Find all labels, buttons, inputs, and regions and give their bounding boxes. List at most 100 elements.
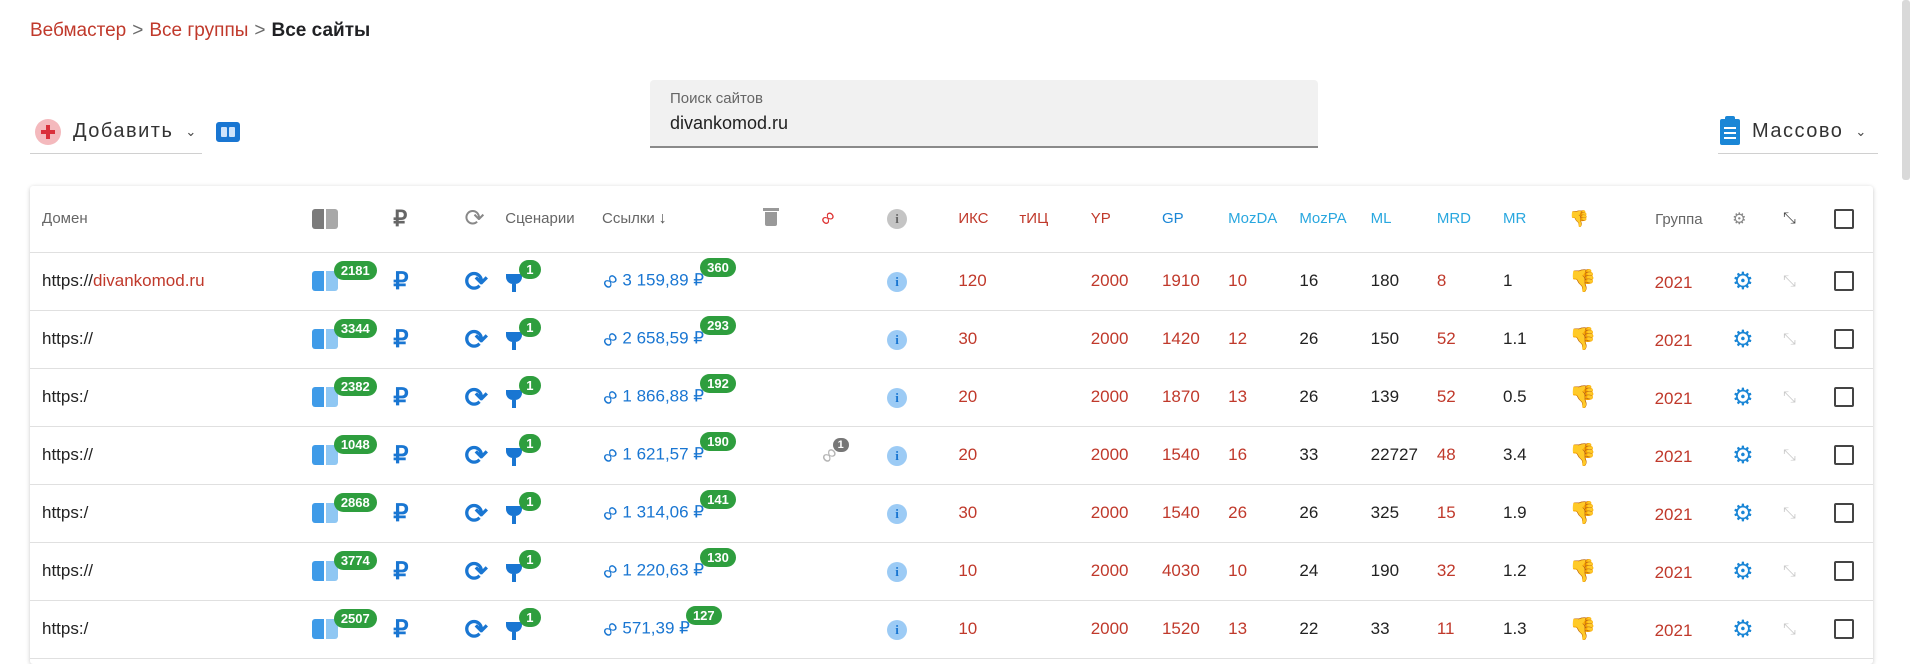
add-button[interactable]: Добавить ⌄ bbox=[30, 110, 202, 154]
cell-group[interactable]: 2021 bbox=[1655, 621, 1693, 640]
row-checkbox[interactable] bbox=[1833, 445, 1854, 466]
ruble-icon[interactable]: ₽ bbox=[393, 558, 408, 585]
mass-button[interactable]: Массово ⌄ bbox=[1718, 110, 1878, 154]
gear-icon[interactable]: ⚙ bbox=[1732, 268, 1754, 295]
cell-mrd: 52 bbox=[1424, 368, 1491, 427]
links-money[interactable]: 571,39 ₽ bbox=[622, 618, 690, 637]
link-icon[interactable]: ∞ bbox=[595, 614, 624, 643]
pin-icon[interactable]: ⤡ bbox=[1783, 621, 1796, 638]
th-yp[interactable]: YP bbox=[1078, 186, 1150, 253]
pin-icon[interactable]: ⤡ bbox=[1783, 505, 1796, 522]
gear-icon[interactable]: ⚙ bbox=[1732, 384, 1754, 411]
ruble-icon[interactable]: ₽ bbox=[393, 326, 408, 353]
ruble-icon[interactable]: ₽ bbox=[393, 616, 408, 643]
th-mrd[interactable]: MRD bbox=[1424, 186, 1491, 253]
search-field[interactable]: Поиск сайтов bbox=[650, 80, 1318, 148]
th-iks[interactable]: ИКС bbox=[946, 186, 1008, 253]
thumbs-down-icon[interactable]: 👎 bbox=[1569, 500, 1596, 525]
row-checkbox[interactable] bbox=[1833, 619, 1854, 640]
links-badge: 190 bbox=[700, 432, 736, 451]
ruble-icon[interactable]: ₽ bbox=[393, 500, 408, 527]
ruble-icon[interactable]: ₽ bbox=[393, 442, 408, 469]
links-money[interactable]: 1 866,88 ₽ bbox=[622, 386, 704, 405]
row-checkbox[interactable] bbox=[1833, 271, 1854, 292]
info-icon[interactable]: i bbox=[887, 271, 908, 292]
thumbs-down-icon[interactable]: 👎 bbox=[1569, 384, 1596, 409]
table-row: https:/ 2868 ₽ ⟳ 1 ∞ 1 314,06 ₽141 i 30 … bbox=[30, 484, 1873, 543]
th-mozpa[interactable]: MozPA bbox=[1287, 186, 1359, 253]
gear-icon[interactable]: ⚙ bbox=[1732, 500, 1754, 527]
refresh-icon[interactable]: ⟳ bbox=[465, 556, 488, 587]
links-money[interactable]: 3 159,89 ₽ bbox=[622, 270, 704, 289]
thumbs-down-icon[interactable]: 👎 bbox=[1569, 558, 1596, 583]
info-icon[interactable]: i bbox=[887, 329, 908, 350]
th-ml[interactable]: ML bbox=[1358, 186, 1425, 253]
breadcrumb-webmaster[interactable]: Вебмастер bbox=[30, 20, 126, 41]
thumbs-down-icon[interactable]: 👎 bbox=[1569, 268, 1596, 293]
th-domain[interactable]: Домен bbox=[30, 186, 300, 253]
pin-icon[interactable]: ⤡ bbox=[1783, 273, 1796, 290]
ruble-icon[interactable]: ₽ bbox=[393, 384, 408, 411]
info-icon[interactable]: i bbox=[887, 561, 908, 582]
page-scrollbar[interactable] bbox=[1902, 0, 1910, 180]
ruble-icon[interactable]: ₽ bbox=[393, 268, 408, 295]
search-input[interactable] bbox=[670, 113, 1298, 134]
cell-group[interactable]: 2021 bbox=[1655, 273, 1693, 292]
select-all-checkbox[interactable] bbox=[1833, 208, 1854, 229]
info-icon[interactable]: i bbox=[887, 503, 908, 524]
refresh-icon[interactable]: ⟳ bbox=[465, 382, 488, 413]
pin-icon[interactable]: ⤡ bbox=[1783, 563, 1796, 580]
row-checkbox[interactable] bbox=[1833, 503, 1854, 524]
link-icon[interactable]: ∞ bbox=[595, 324, 624, 353]
pin-icon[interactable]: ⤡ bbox=[1783, 331, 1796, 348]
link-icon[interactable]: ∞ bbox=[595, 440, 624, 469]
refresh-icon[interactable]: ⟳ bbox=[465, 498, 488, 529]
gear-icon[interactable]: ⚙ bbox=[1732, 326, 1754, 353]
links-money[interactable]: 1 621,57 ₽ bbox=[622, 444, 704, 463]
th-group[interactable]: Группа bbox=[1655, 211, 1703, 228]
link-icon[interactable]: ∞ bbox=[595, 266, 624, 295]
thumbs-down-icon[interactable]: 👎 bbox=[1569, 442, 1596, 467]
pin-icon[interactable]: ⤡ bbox=[1783, 389, 1796, 406]
thumbs-down-icon[interactable]: 👎 bbox=[1569, 326, 1596, 351]
link-icon[interactable]: ∞ bbox=[595, 498, 624, 527]
cell-group[interactable]: 2021 bbox=[1655, 331, 1693, 350]
domain-prefix: https:/ bbox=[42, 387, 89, 406]
refresh-icon[interactable]: ⟳ bbox=[465, 440, 488, 471]
columns-icon[interactable] bbox=[216, 122, 240, 142]
link-icon[interactable]: ∞ bbox=[595, 382, 624, 411]
pin-icon[interactable]: ⤡ bbox=[1783, 447, 1796, 464]
cell-group[interactable]: 2021 bbox=[1655, 389, 1693, 408]
domain-link[interactable]: divankomod.ru bbox=[93, 271, 205, 290]
th-gp[interactable]: GP bbox=[1149, 186, 1217, 253]
info-icon[interactable]: i bbox=[887, 619, 908, 640]
gear-icon[interactable]: ⚙ bbox=[1732, 558, 1754, 585]
th-scenarios[interactable]: Сценарии bbox=[493, 186, 590, 253]
links-money[interactable]: 1 314,06 ₽ bbox=[622, 502, 704, 521]
th-links[interactable]: Ссылки ↓ bbox=[589, 186, 753, 253]
thumbs-down-icon[interactable]: 👎 bbox=[1569, 616, 1596, 641]
cell-group[interactable]: 2021 bbox=[1655, 505, 1693, 524]
th-mozda[interactable]: MozDA bbox=[1216, 186, 1288, 253]
row-checkbox[interactable] bbox=[1833, 329, 1854, 350]
refresh-icon[interactable]: ⟳ bbox=[465, 324, 488, 355]
info-icon[interactable]: i bbox=[887, 445, 908, 466]
refresh-icon[interactable]: ⟳ bbox=[465, 614, 488, 645]
row-checkbox[interactable] bbox=[1833, 561, 1854, 582]
link-icon[interactable]: ∞ bbox=[595, 556, 624, 585]
th-tic[interactable]: тИЦ bbox=[1007, 186, 1079, 253]
info-icon[interactable]: i bbox=[887, 387, 908, 408]
cell-gp: 1910 bbox=[1149, 252, 1217, 311]
links-money[interactable]: 1 220,63 ₽ bbox=[622, 560, 704, 579]
links-money[interactable]: 2 658,59 ₽ bbox=[622, 328, 704, 347]
th-mr[interactable]: MR bbox=[1491, 186, 1558, 253]
scenarios-badge: 1 bbox=[519, 492, 541, 511]
cell-gp: 1420 bbox=[1149, 310, 1217, 369]
cell-group[interactable]: 2021 bbox=[1655, 563, 1693, 582]
gear-icon[interactable]: ⚙ bbox=[1732, 616, 1754, 643]
cell-group[interactable]: 2021 bbox=[1655, 447, 1693, 466]
row-checkbox[interactable] bbox=[1833, 387, 1854, 408]
gear-icon[interactable]: ⚙ bbox=[1732, 442, 1754, 469]
refresh-icon[interactable]: ⟳ bbox=[465, 266, 488, 297]
breadcrumb-all-groups[interactable]: Все группы bbox=[149, 20, 248, 41]
